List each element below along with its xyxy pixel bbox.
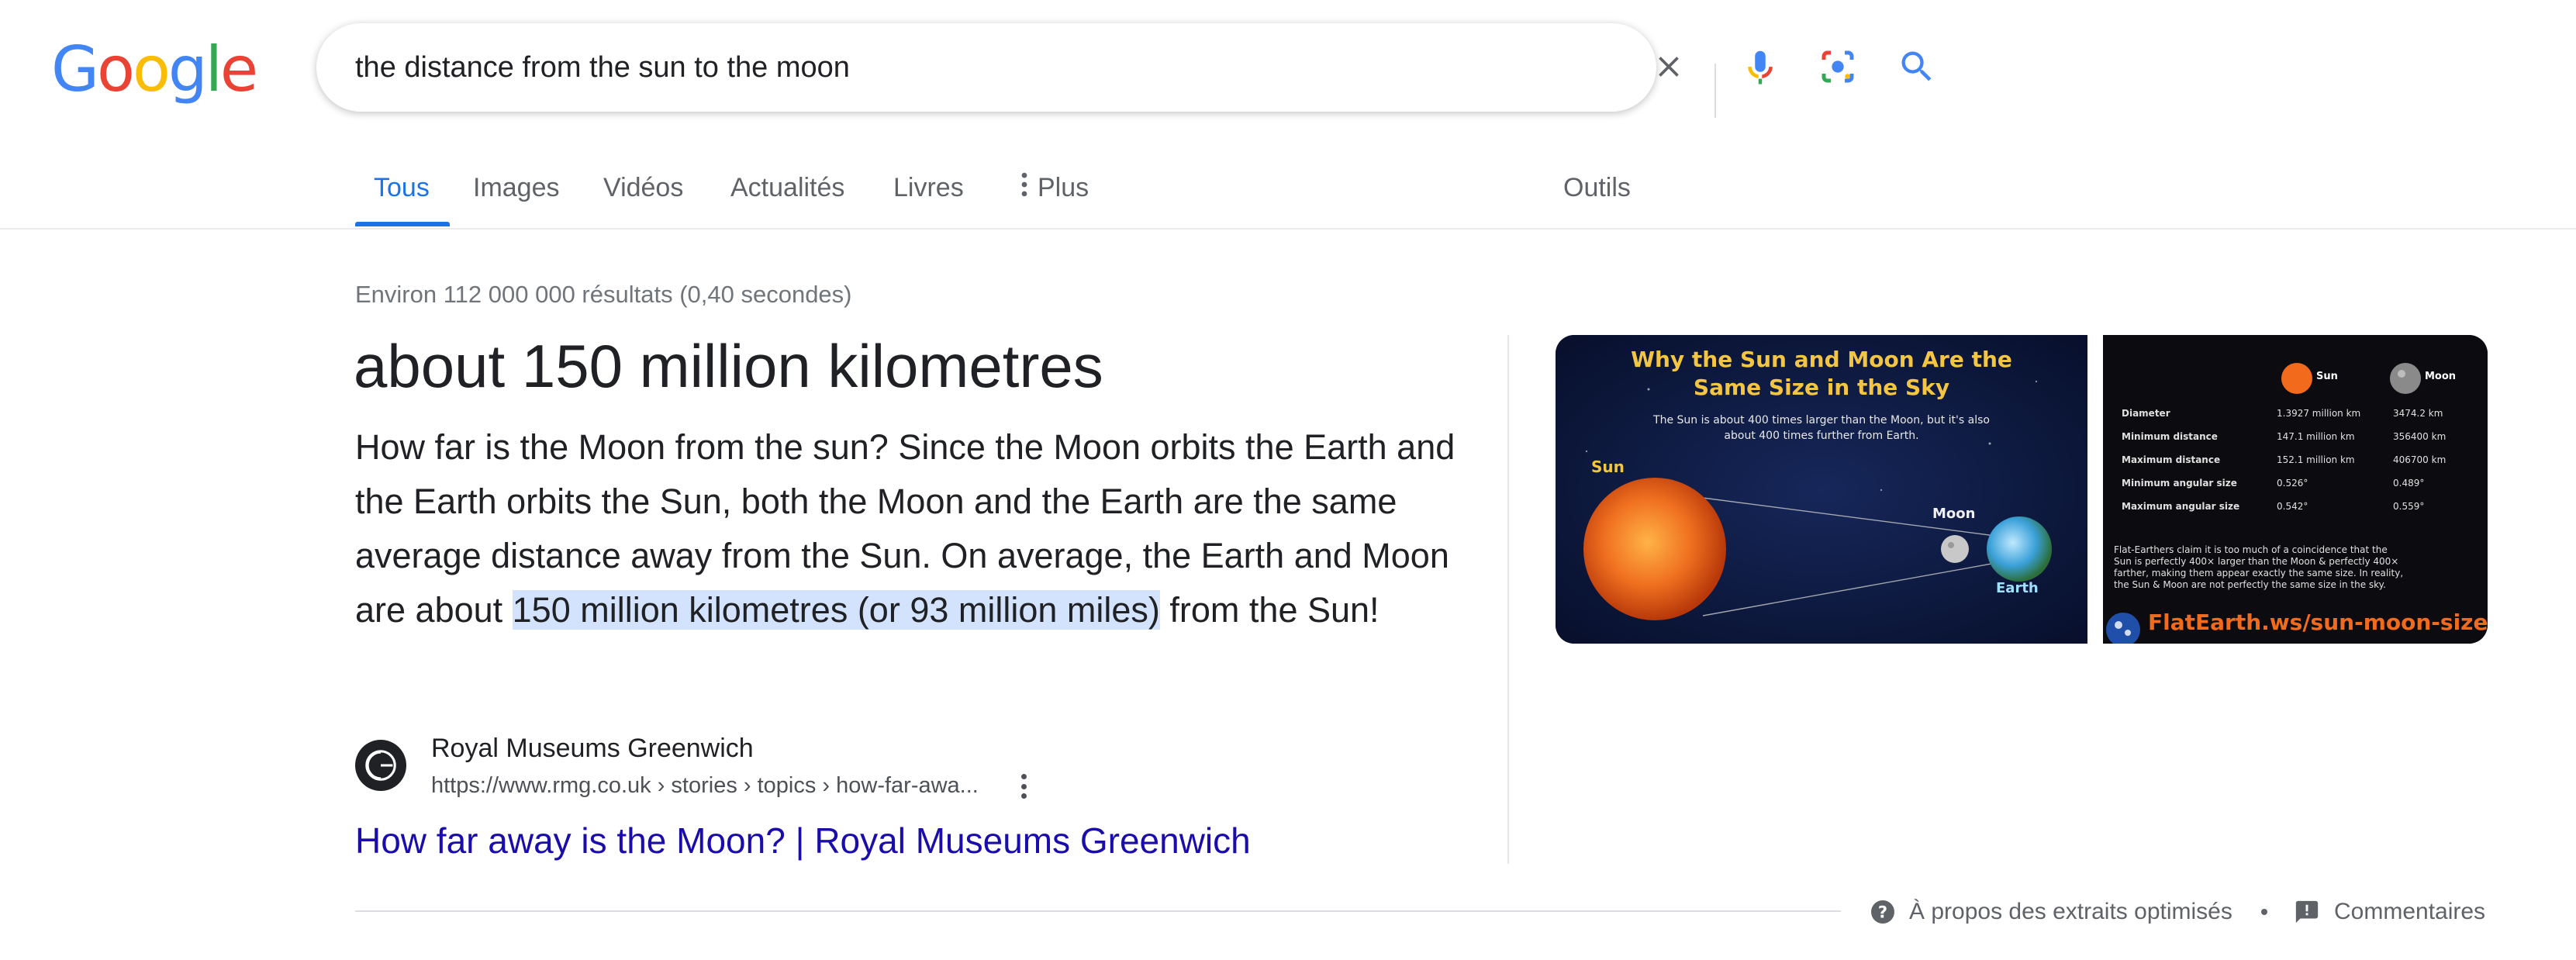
image-caption: The Sun is about 400 times larger than t… <box>1556 413 2087 444</box>
logo-letter: o <box>132 33 171 105</box>
tab-livres[interactable]: Livres <box>893 166 964 209</box>
feedback-icon <box>2294 899 2320 925</box>
snippet-answer: about 150 million kilometres <box>354 332 1103 400</box>
table-cell: 0.559° <box>2393 501 2425 512</box>
table-cell: Diameter <box>2122 408 2170 419</box>
source-name[interactable]: Royal Museums Greenwich <box>431 732 754 765</box>
image-note: Flat-Earthers claim it is too much of a … <box>2114 544 2483 591</box>
help-circle-icon: ? <box>1869 898 1897 926</box>
table-cell: 152.1 million km <box>2277 454 2355 465</box>
table-cell: 0.542° <box>2277 501 2308 512</box>
about-snippets-link[interactable]: ? À propos des extraits optimisés <box>1869 896 2232 927</box>
table-row: Maximum distance 152.1 million km 406700… <box>2122 448 2478 471</box>
table-col-sun: Sun <box>2316 371 2338 382</box>
tab-plus-label: Plus <box>1038 173 1089 202</box>
result-title-link[interactable]: How far away is the Moon? | Royal Museum… <box>355 817 1251 864</box>
result-stats: Environ 112 000 000 résultats (0,40 seco… <box>355 281 852 308</box>
logo-letter: e <box>219 33 258 105</box>
table-cell: Minimum angular size <box>2122 478 2237 489</box>
table-col-moon: Moon <box>2425 371 2457 382</box>
column-divider <box>1507 335 1509 864</box>
source-url[interactable]: https://www.rmg.co.uk › stories › topics… <box>431 771 979 800</box>
table-row: Minimum angular size 0.526° 0.489° <box>2122 471 2478 495</box>
comparison-table: Diameter 1.3927 million km 3474.2 km Min… <box>2122 402 2478 518</box>
tab-videos[interactable]: Vidéos <box>603 166 683 209</box>
image-title-line: Same Size in the Sky <box>1693 375 1950 400</box>
table-cell: Maximum distance <box>2122 454 2221 465</box>
table-row: Maximum angular size 0.542° 0.559° <box>2122 495 2478 518</box>
table-cell: 0.489° <box>2393 478 2425 489</box>
tab-actualites[interactable]: Actualités <box>730 166 844 209</box>
feedback-label: Commentaires <box>2334 899 2486 924</box>
image-caption-line: The Sun is about 400 times larger than t… <box>1653 414 1990 426</box>
snippet-image-sun-moon-size[interactable]: Sun Moon Diameter 1.3927 million km 3474… <box>2103 335 2488 644</box>
svg-text:?: ? <box>1878 903 1887 922</box>
image-note-line: the Sun & Moon are not perfectly the sam… <box>2114 579 2386 590</box>
image-note-line: Sun is perfectly 400× larger than the Mo… <box>2114 556 2399 567</box>
image-note-line: farther, making them appear exactly the … <box>2114 568 2404 578</box>
search-input[interactable]: the distance from the sun to the moon <box>355 50 850 85</box>
image-caption-line: about 400 times further from Earth. <box>1724 430 1919 442</box>
table-row: Minimum distance 147.1 million km 356400… <box>2122 425 2478 448</box>
table-row: Diameter 1.3927 million km 3474.2 km <box>2122 402 2478 425</box>
logo-letter: l <box>205 33 223 105</box>
header-divider <box>0 228 2576 230</box>
image-title-line: Why the Sun and Moon Are the <box>1631 347 2012 372</box>
footer-separator <box>2261 909 2267 915</box>
source-favicon[interactable] <box>355 740 406 791</box>
table-cell: 3474.2 km <box>2393 408 2443 419</box>
image-label-moon: Moon <box>1932 506 1976 522</box>
microphone-icon[interactable] <box>1737 43 1784 90</box>
table-cell: 406700 km <box>2393 454 2447 465</box>
tools-button[interactable]: Outils <box>1563 166 1631 209</box>
table-cell: 147.1 million km <box>2277 431 2355 442</box>
image-title: Why the Sun and Moon Are the Same Size i… <box>1556 346 2087 402</box>
snippet-image-sun-moon[interactable]: Why the Sun and Moon Are the Same Size i… <box>1556 335 2087 644</box>
snippet-text-after: from the Sun! <box>1159 590 1380 630</box>
table-cell: 0.526° <box>2277 478 2308 489</box>
table-cell: 1.3927 million km <box>2277 408 2361 419</box>
table-cell: 356400 km <box>2393 431 2447 442</box>
image-site: FlatEarth.ws/sun-moon-size <box>2148 609 2488 635</box>
table-cell: Minimum distance <box>2122 431 2218 442</box>
snippet-footer-divider <box>355 910 1841 912</box>
about-snippets-label: À propos des extraits optimisés <box>1909 899 2232 924</box>
image-label-earth: Earth <box>1996 580 2039 596</box>
image-label-sun: Sun <box>1591 458 1625 476</box>
search-divider <box>1714 64 1716 118</box>
snippet-text: How far is the Moon from the sun? Since … <box>355 420 1472 637</box>
logo-letter: o <box>97 33 135 105</box>
more-vert-icon[interactable] <box>1016 771 1031 802</box>
more-vert-icon <box>1019 167 1030 211</box>
search-icon[interactable] <box>1894 43 1940 90</box>
tab-images[interactable]: Images <box>473 166 560 209</box>
tab-plus[interactable]: Plus <box>1019 166 1089 211</box>
close-icon[interactable] <box>1645 43 1692 90</box>
feedback-link[interactable]: Commentaires <box>2294 896 2485 927</box>
active-tab-indicator <box>355 222 450 226</box>
image-note-line: Flat-Earthers claim it is too much of a … <box>2114 544 2388 555</box>
search-box[interactable]: the distance from the sun to the moon <box>316 23 1932 118</box>
snippet-highlight: 150 million kilometres (or 93 million mi… <box>512 590 1160 630</box>
logo-letter: G <box>51 33 99 105</box>
google-logo[interactable]: Google <box>51 33 258 105</box>
google-lens-icon[interactable] <box>1815 43 1861 90</box>
table-cell: Maximum angular size <box>2122 501 2240 512</box>
tab-tous[interactable]: Tous <box>374 166 430 209</box>
logo-letter: g <box>167 33 208 105</box>
